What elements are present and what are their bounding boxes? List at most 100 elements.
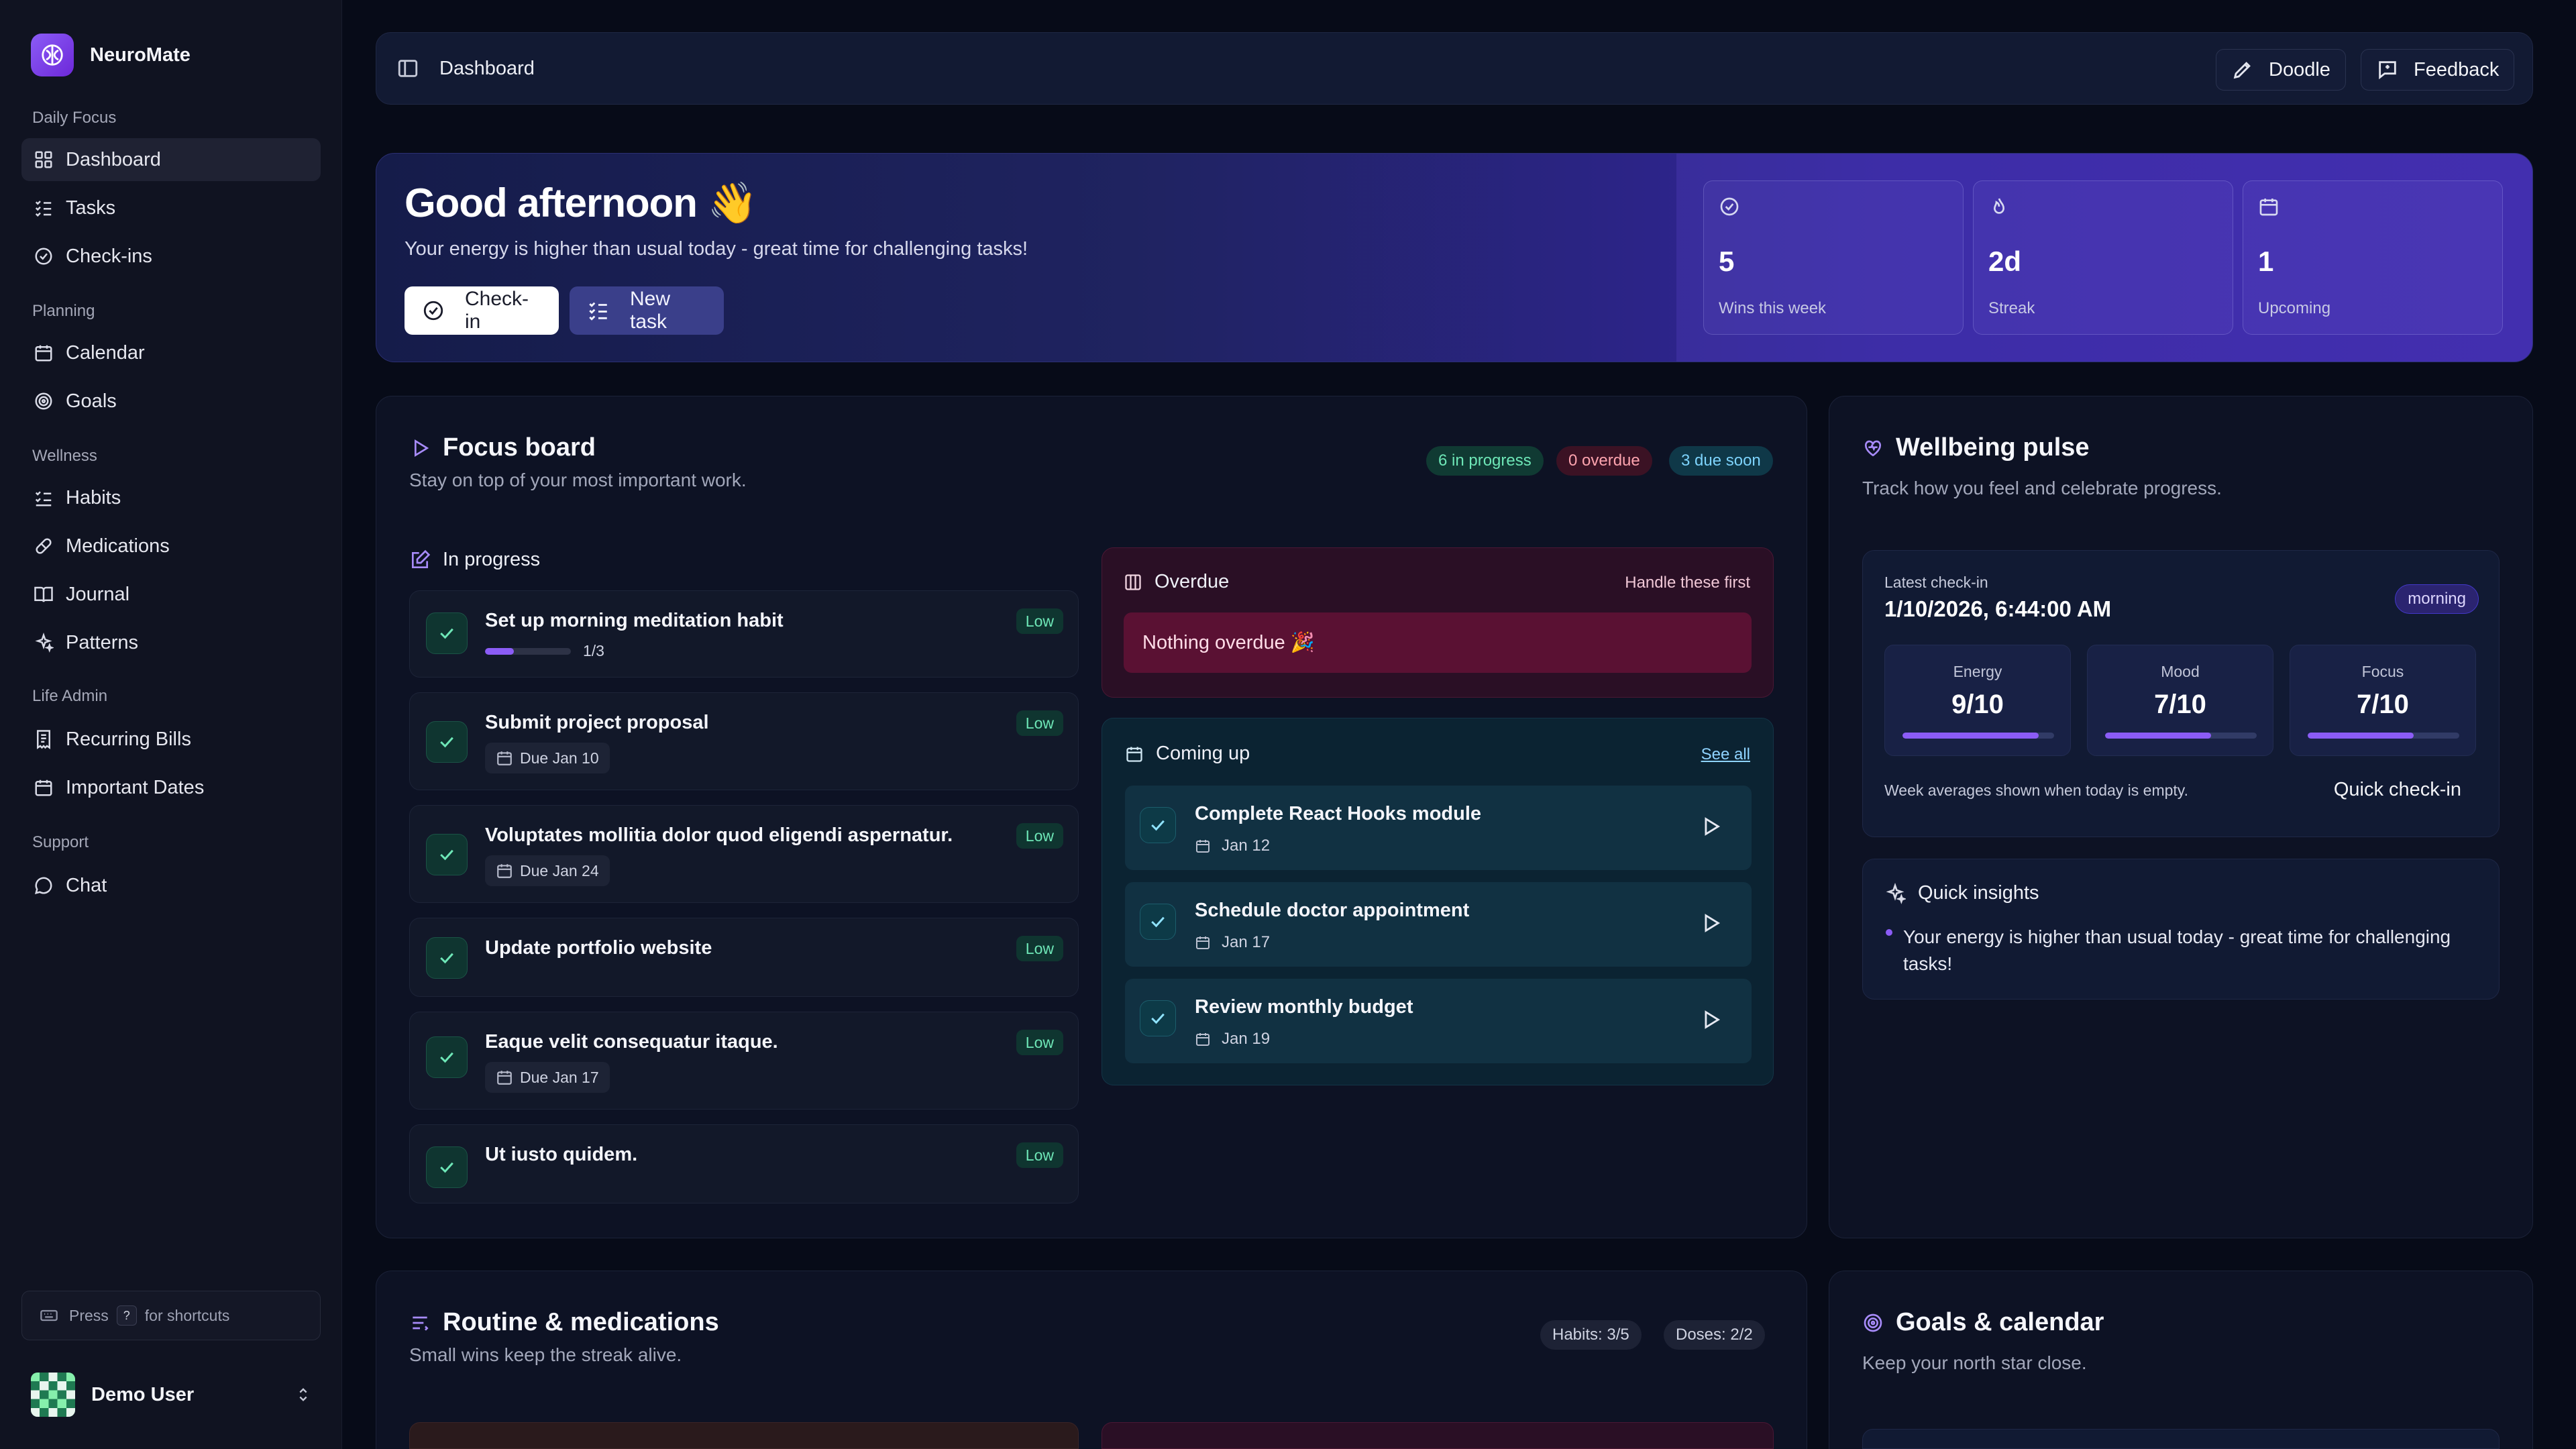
check-circle-icon [34,246,54,266]
quick-insights-title: Quick insights [1918,882,2039,904]
sidebar-item-check-ins[interactable]: Check-ins [21,235,321,278]
sidebar-item-label: Recurring Bills [66,728,191,750]
feedback-button[interactable]: Feedback [2361,49,2515,91]
upcoming-date: Jan 17 [1195,933,1270,952]
task-complete-checkbox[interactable] [426,834,468,875]
doodle-button[interactable]: Doodle [2216,49,2346,91]
shortcut-key: ? [116,1305,137,1326]
sidebar-item-recurring-bills[interactable]: Recurring Bills [21,718,321,761]
routine-title: Routine & medications [409,1308,719,1337]
nav-group-support: Support [32,833,89,851]
due-soon-badge: 3 due soon [1669,446,1773,476]
sidebar-item-chat[interactable]: Chat [21,864,321,907]
check-in-button[interactable]: Check-in [405,286,559,335]
task-card[interactable]: Eaque velit consequatur itaque. Low Due … [409,1012,1079,1110]
user-menu[interactable]: Demo User [31,1371,313,1418]
sidebar-item-calendar[interactable]: Calendar [21,331,321,374]
sidebar-item-goals[interactable]: Goals [21,380,321,423]
nav-group-daily-focus: Daily Focus [32,109,117,127]
task-card[interactable]: Set up morning meditation habit Low 1/3 [409,590,1079,678]
task-complete-checkbox[interactable] [426,937,468,979]
sidebar-item-tasks[interactable]: Tasks [21,186,321,229]
insight-text-line: tasks! [1903,953,1953,974]
upcoming-date: Jan 12 [1195,837,1270,855]
check-icon [1148,815,1168,835]
check-icon [437,1047,457,1067]
upcoming-item[interactable]: Review monthly budget Jan 19 [1125,979,1752,1063]
routine-title-text: Routine & medications [443,1308,719,1336]
play-icon[interactable] [1699,912,1722,934]
stat-label: Wins this week [1719,299,1827,317]
sidebar-item-important-dates[interactable]: Important Dates [21,766,321,809]
latest-check-in-value: 1/10/2026, 6:44:00 AM [1884,596,2112,621]
stat-card-upcoming: 1 Upcoming [2243,180,2503,335]
check-icon [1148,912,1168,932]
sidebar-item-label: Tasks [66,197,116,219]
upcoming-item[interactable]: Schedule doctor appointment Jan 17 [1125,882,1752,967]
new-task-button[interactable]: New task [570,286,724,335]
hero-stats: 5 Wins this week 2d Streak 1 Upcoming [1676,154,2532,362]
task-title: Set up morning meditation habit [485,610,784,631]
new-task-label: New task [630,288,671,333]
brand[interactable]: NeuroMate [31,34,191,76]
top-bar: Dashboard Doodle Feedback [376,32,2533,105]
tasks-list-icon [587,299,610,322]
target-icon [1862,1312,1884,1334]
book-icon [34,584,54,604]
play-icon[interactable] [1699,1008,1722,1031]
task-card[interactable]: Ut iusto quidem. Low [409,1124,1079,1203]
task-complete-checkbox[interactable] [426,1146,468,1188]
list-icon [409,1312,431,1334]
sidebar-item-journal[interactable]: Journal [21,573,321,616]
chat-bubble-icon [34,875,54,896]
overdue-section: Overdue Handle these first Nothing overd… [1102,547,1774,698]
sidebar-toggle-icon[interactable] [396,57,419,80]
upcoming-date-text: Jan 19 [1222,1030,1271,1048]
task-complete-checkbox[interactable] [426,612,468,654]
due-date-chip: Due Jan 10 [485,743,610,773]
task-card[interactable]: Update portfolio website Low [409,918,1079,997]
play-outline-icon [409,437,431,459]
upcoming-item[interactable]: Complete React Hooks module Jan 12 [1125,786,1752,870]
sidebar-item-label: Patterns [66,631,138,653]
dashboard-grid-icon [34,150,54,170]
shortcut-hint[interactable]: Press ? for shortcuts [21,1291,321,1340]
task-card[interactable]: Submit project proposal Low Due Jan 10 [409,692,1079,790]
task-card[interactable]: Voluptates mollitia dolor quod eligendi … [409,805,1079,903]
sidebar-item-patterns[interactable]: Patterns [21,621,321,664]
task-title: Voluptates mollitia dolor quod eligendi … [485,824,953,846]
stat-label: Upcoming [2258,299,2331,317]
in-progress-badge: 6 in progress [1426,446,1544,476]
feedback-label: Feedback [2414,58,2500,80]
keyboard-icon [40,1306,58,1325]
play-icon[interactable] [1699,815,1722,838]
sidebar-item-label: Goals [66,390,117,412]
upcoming-checkbox[interactable] [1140,807,1176,843]
upcoming-checkbox[interactable] [1140,1000,1176,1036]
metric-value: 7/10 [2357,690,2409,719]
sidebar-item-habits[interactable]: Habits [21,476,321,519]
see-all-link[interactable]: See all [1701,745,1750,764]
quick-check-in-button[interactable]: Quick check-in [2334,779,2461,801]
check-icon [437,623,457,643]
check-icon [1148,1008,1168,1028]
sidebar-item-label: Important Dates [66,776,205,798]
task-complete-checkbox[interactable] [426,721,468,763]
task-complete-checkbox[interactable] [426,1036,468,1078]
nav-group-planning: Planning [32,302,95,320]
wellbeing-title: Wellbeing pulse [1862,433,2090,462]
sidebar-item-medications[interactable]: Medications [21,525,321,568]
focus-board-title-text: Focus board [443,433,596,462]
columns-icon [1124,573,1142,592]
greeting-title: Good afternoon 👋 [405,180,757,225]
insight-bullet [1886,929,1892,936]
upcoming-checkbox[interactable] [1140,904,1176,940]
sidebar-item-dashboard[interactable]: Dashboard [21,138,321,181]
priority-badge: Low [1016,1030,1063,1055]
calendar-icon [2258,196,2279,217]
latest-check-in-card: Latest check-in 1/10/2026, 6:44:00 AM mo… [1862,550,2500,837]
check-in-label: Check-in [465,288,529,333]
calendar-icon [1125,745,1144,763]
wellbeing-title-text: Wellbeing pulse [1896,433,2090,462]
goals-title-text: Goals & calendar [1896,1308,2104,1336]
